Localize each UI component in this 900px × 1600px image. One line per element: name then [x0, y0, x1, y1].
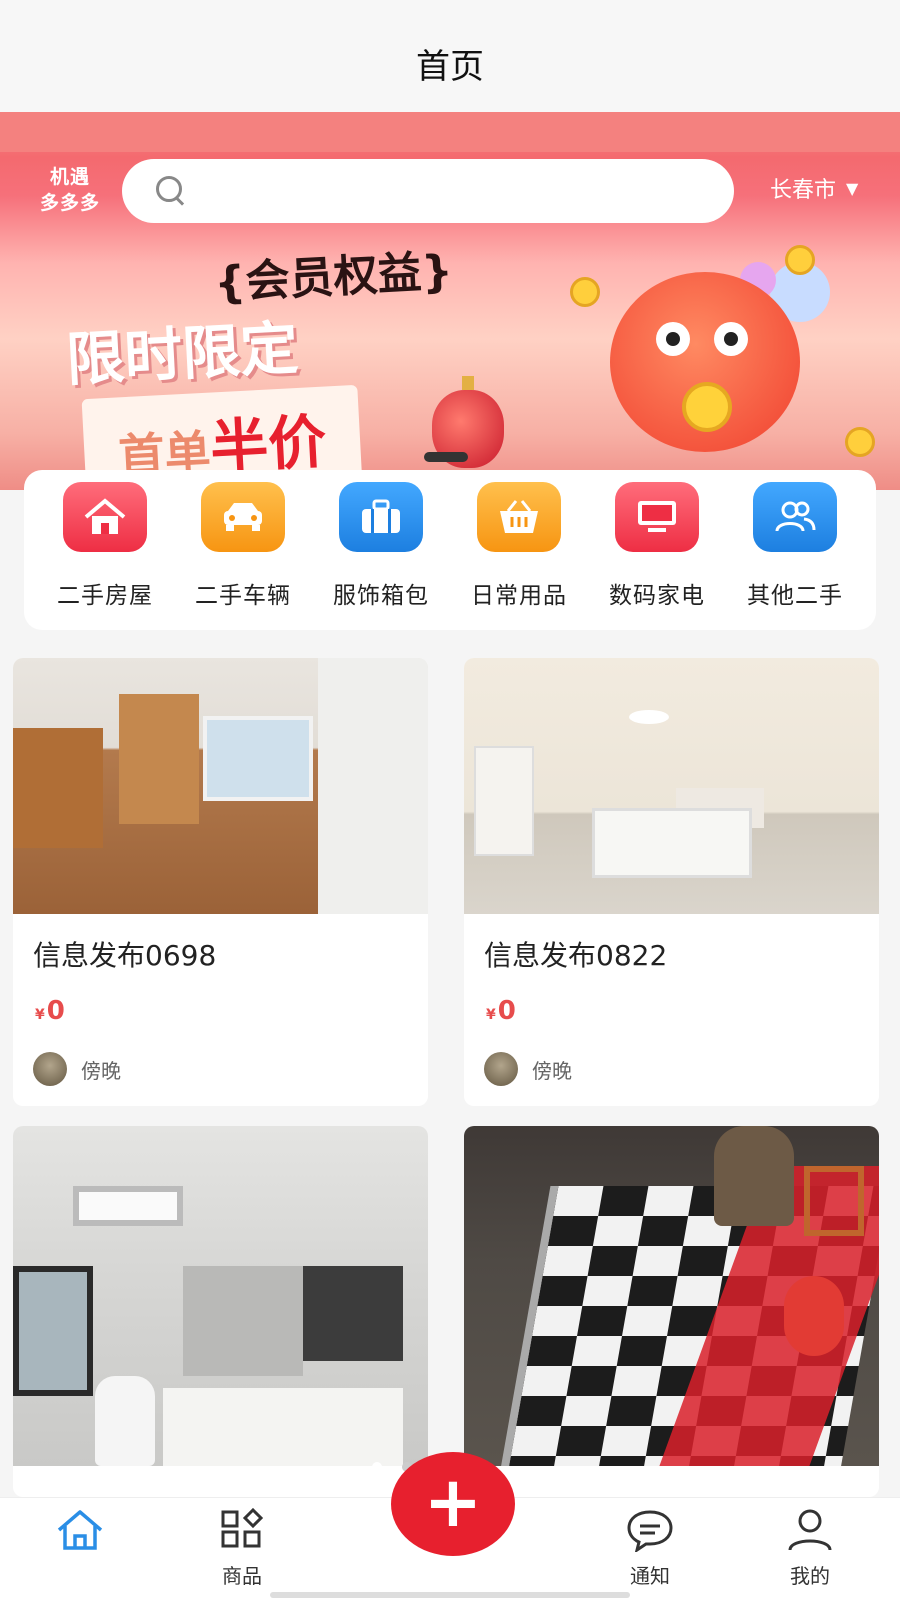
listing-photo	[13, 1126, 428, 1466]
brand-line2: 多多多	[39, 192, 100, 214]
search-input[interactable]	[202, 177, 682, 205]
home-icon	[57, 1510, 103, 1550]
listing-user[interactable]: 傍晚	[13, 1026, 428, 1086]
photo-wardrobe	[119, 694, 199, 824]
listing-price: ¥0	[13, 974, 428, 1026]
category-grid: 二手房屋 二手车辆 服饰箱包 日常用品 数码家电 其他二手	[24, 470, 876, 630]
photo-desk	[13, 728, 103, 848]
tab-notifications[interactable]: 通知	[590, 1508, 710, 1589]
coin-illustration	[570, 277, 600, 307]
listing-photo	[464, 1126, 879, 1466]
price-value: 0	[497, 996, 516, 1026]
user-name: 傍晚	[532, 1058, 572, 1083]
photo-cabinet	[303, 1266, 403, 1361]
tab-products[interactable]: 商品	[182, 1508, 302, 1589]
category-used-houses[interactable]: 二手房屋	[36, 482, 174, 630]
photo-ceiling-light	[73, 1186, 183, 1226]
tab-home[interactable]	[20, 1508, 140, 1560]
monitor-icon	[615, 482, 699, 552]
photo-lamp	[629, 710, 669, 724]
plus-icon: +	[423, 1461, 483, 1543]
category-label: 其他二手	[747, 583, 843, 609]
briefcase-icon	[339, 482, 423, 552]
tab-profile[interactable]: 我的	[750, 1508, 870, 1589]
grid-icon	[221, 1508, 264, 1548]
photo-mirror	[183, 1266, 303, 1376]
listing-title: 信息发布0822	[484, 939, 668, 972]
tab-label: 我的	[790, 1564, 830, 1588]
listing-card[interactable]: 信息发布0822 ¥0 傍晚	[464, 658, 879, 1106]
coin-illustration	[785, 245, 815, 275]
photo-window	[13, 1266, 93, 1396]
listing-card[interactable]	[464, 1126, 879, 1497]
category-daily-goods[interactable]: 日常用品	[450, 482, 588, 630]
title-bar: 首页	[0, 0, 900, 112]
city-label: 长春市	[770, 178, 837, 203]
photo-mascot	[784, 1276, 844, 1356]
photo-chair	[804, 1166, 864, 1236]
user-name: 傍晚	[81, 1058, 121, 1083]
photo-window	[203, 716, 313, 801]
listing-card[interactable]: 信息发布0698 ¥0 傍晚	[13, 658, 428, 1106]
avatar	[33, 1052, 67, 1086]
category-other-used[interactable]: 其他二手	[726, 482, 864, 630]
category-label: 二手房屋	[57, 583, 153, 609]
house-icon	[63, 482, 147, 552]
photo-toilet	[95, 1376, 155, 1466]
mascot-coin	[682, 382, 732, 432]
listing-card[interactable]	[13, 1126, 428, 1497]
photo-door	[474, 746, 534, 856]
tab-label: 通知	[630, 1564, 670, 1588]
user-icon	[788, 1509, 832, 1551]
tab-label: 商品	[222, 1564, 262, 1588]
mascot-eye	[714, 322, 748, 356]
category-clothing-bags[interactable]: 服饰箱包	[312, 482, 450, 630]
photo-bed	[592, 808, 752, 878]
people-icon	[753, 482, 837, 552]
photo-sink	[163, 1388, 403, 1466]
photo-wall	[318, 658, 428, 914]
banner-headline: 限时限定	[64, 313, 300, 395]
top-strip	[0, 112, 900, 152]
page-dot	[372, 1462, 382, 1472]
listing-photo	[464, 658, 879, 914]
avatar	[484, 1052, 518, 1086]
listing-price: ¥0	[464, 974, 879, 1026]
category-label: 数码家电	[609, 583, 705, 609]
photo-person	[714, 1126, 794, 1226]
publish-button[interactable]: +	[391, 1452, 515, 1556]
category-label: 服饰箱包	[333, 583, 429, 609]
city-selector[interactable]: 长春市 ▼	[770, 172, 858, 204]
category-digital-appliances[interactable]: 数码家电	[588, 482, 726, 630]
listing-user[interactable]: 傍晚	[464, 1026, 879, 1086]
coin-illustration	[845, 427, 875, 457]
promo-banner[interactable]: 机遇 多多多 长春市 ▼ {会员权益} 限时限定 首单半价	[0, 112, 900, 490]
banner-page-indicator	[424, 452, 468, 462]
currency-symbol: ¥	[486, 1007, 496, 1023]
price-value: 0	[46, 996, 65, 1026]
mascot-eye	[656, 322, 690, 356]
search-icon	[156, 176, 186, 206]
chat-icon	[627, 1510, 673, 1552]
category-label: 日常用品	[471, 583, 567, 609]
currency-symbol: ¥	[35, 1007, 45, 1023]
home-indicator	[270, 1592, 630, 1598]
caret-down-icon: ▼	[846, 178, 859, 198]
basket-icon	[477, 482, 561, 552]
brand-line1: 机遇	[49, 166, 90, 188]
listing-title: 信息发布0698	[33, 939, 217, 972]
category-label: 二手车辆	[195, 583, 291, 609]
listing-photo	[13, 658, 428, 914]
car-icon	[201, 482, 285, 552]
page-title: 首页	[416, 46, 484, 87]
brand-logo: 机遇 多多多	[20, 164, 120, 216]
category-used-cars[interactable]: 二手车辆	[174, 482, 312, 630]
search-bar[interactable]	[122, 159, 734, 223]
mascot-illustration	[610, 272, 800, 452]
